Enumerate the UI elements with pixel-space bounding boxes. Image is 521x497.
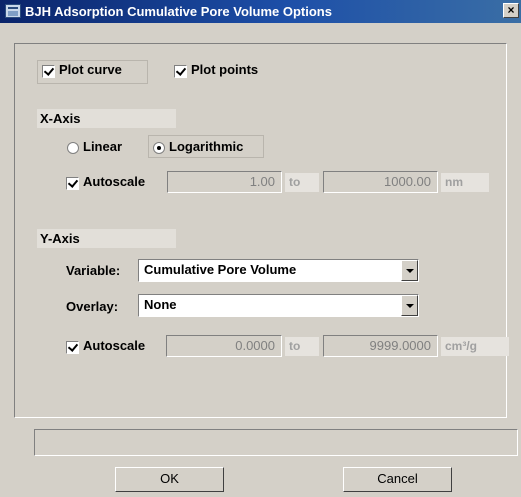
plot-curve-checkbox[interactable] [42, 65, 55, 78]
cancel-button[interactable]: Cancel [343, 467, 452, 492]
x-max-field[interactable]: 1000.00 [323, 171, 438, 193]
x-to-label: to [285, 173, 319, 192]
x-unit-label: nm [441, 173, 489, 192]
plot-points-checkbox[interactable] [174, 65, 187, 78]
overlay-label: Overlay: [66, 299, 119, 314]
variable-label: Variable: [66, 263, 121, 278]
chevron-down-icon[interactable] [401, 295, 418, 316]
y-to-label: to [285, 337, 319, 356]
y-min-field[interactable]: 0.0000 [166, 335, 282, 357]
y-unit-label: cm³/g [441, 337, 509, 356]
y-max-field[interactable]: 9999.0000 [323, 335, 438, 357]
y-autoscale-checkbox[interactable] [66, 341, 79, 354]
variable-select[interactable]: Cumulative Pore Volume [138, 259, 419, 282]
variable-value: Cumulative Pore Volume [144, 262, 297, 277]
close-icon[interactable]: × [503, 3, 519, 18]
x-autoscale-checkbox[interactable] [66, 177, 79, 190]
title-bar: BJH Adsorption Cumulative Pore Volume Op… [0, 0, 521, 23]
overlay-value: None [144, 297, 177, 312]
linear-radio[interactable] [67, 142, 79, 154]
logarithmic-radio[interactable] [153, 142, 165, 154]
window-icon [5, 4, 21, 18]
x-axis-section: X-Axis [37, 109, 176, 128]
overlay-select[interactable]: None [138, 294, 419, 317]
plot-points-label[interactable]: Plot points [191, 62, 258, 77]
plot-curve-label[interactable]: Plot curve [59, 62, 122, 77]
chevron-down-icon[interactable] [401, 260, 418, 281]
status-bar [34, 429, 518, 456]
y-autoscale-label[interactable]: Autoscale [83, 338, 145, 353]
logarithmic-label[interactable]: Logarithmic [169, 139, 243, 154]
x-min-field[interactable]: 1.00 [167, 171, 282, 193]
linear-label[interactable]: Linear [83, 139, 122, 154]
x-autoscale-label[interactable]: Autoscale [83, 174, 145, 189]
window-title: BJH Adsorption Cumulative Pore Volume Op… [25, 4, 332, 19]
y-axis-section: Y-Axis [37, 229, 176, 248]
ok-button[interactable]: OK [115, 467, 224, 492]
